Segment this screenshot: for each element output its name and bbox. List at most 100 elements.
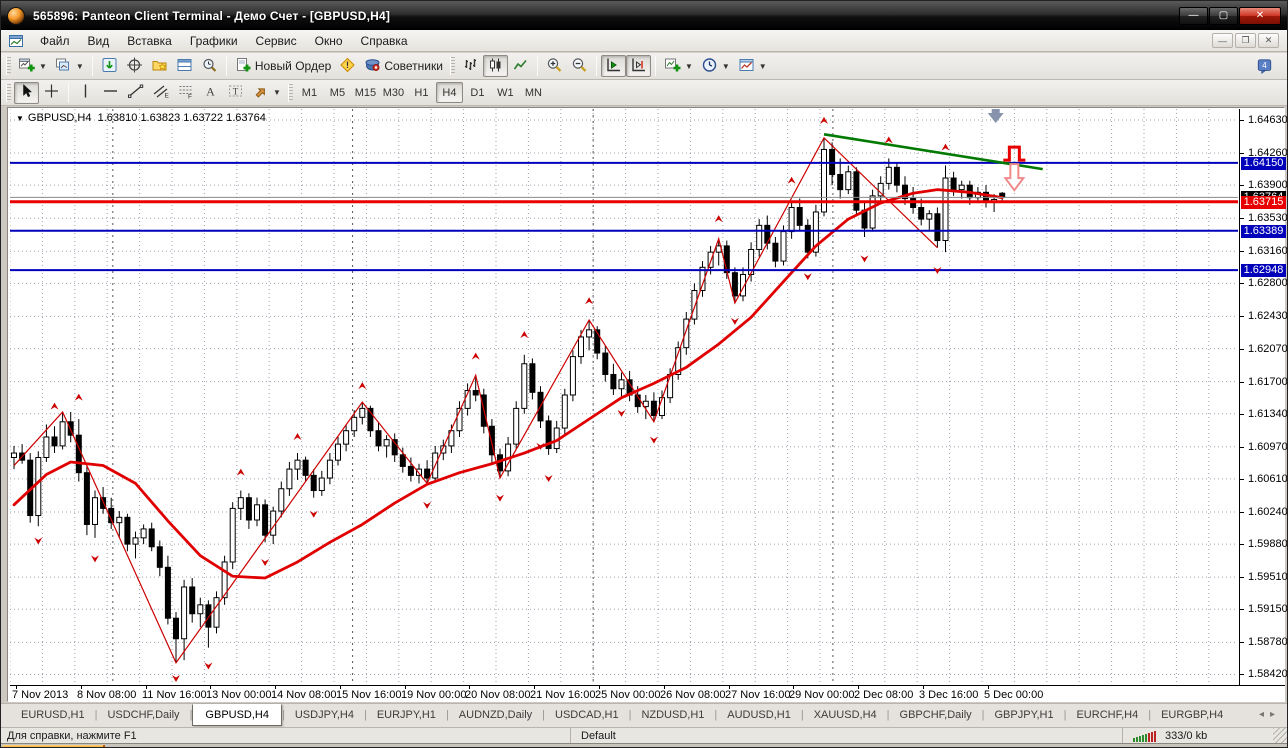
resize-grip[interactable] (1273, 728, 1287, 743)
time-axis-label: 2 Dec 08:00 (854, 689, 914, 701)
price-axis-tick (1240, 544, 1244, 546)
arrows-tool-button[interactable]: ▼ (248, 82, 285, 104)
timeframe-button-m5[interactable]: M5 (324, 82, 351, 103)
trendline-button[interactable] (123, 82, 148, 104)
price-marker-1.63715: 1.63715 (1241, 195, 1286, 209)
minimize-button[interactable]: — (1179, 6, 1208, 25)
mdi-minimize-button[interactable]: — (1212, 33, 1233, 48)
data-window-button[interactable] (122, 55, 147, 77)
price-axis-tick (1240, 153, 1244, 155)
maximize-button[interactable]: ▢ (1209, 6, 1238, 25)
price-axis-tick (1240, 185, 1244, 187)
time-axis-label: 27 Nov 16:00 (725, 689, 791, 701)
timeframe-button-mn[interactable]: MN (520, 82, 547, 103)
menu-item-справка[interactable]: Справка (352, 32, 417, 50)
tabs-scroll-right-icon[interactable]: ▸ (1270, 709, 1275, 720)
close-button[interactable]: ✕ (1239, 6, 1281, 25)
comments-badge-button[interactable]: 4 (1252, 55, 1277, 77)
price-axis-tick (1240, 577, 1244, 579)
price-chart[interactable] (10, 109, 1239, 685)
strategy-tester-button[interactable] (197, 55, 222, 77)
vertical-line-button[interactable] (73, 82, 98, 104)
chart-tab-nzdusd-h1[interactable]: NZDUSD,H1 (631, 705, 714, 724)
timeframe-button-m1[interactable]: M1 (296, 82, 323, 103)
chart-tab-xauusd-h4[interactable]: XAUUSD,H4 (804, 705, 887, 724)
toolbar-separator (225, 56, 227, 76)
time-axis-label: 15 Nov 16:00 (336, 689, 402, 701)
timeframe-button-d1[interactable]: D1 (464, 82, 491, 103)
auto-scroll-button[interactable] (600, 55, 626, 77)
zoom-out-button[interactable] (567, 55, 592, 77)
menu-item-файл[interactable]: Файл (31, 32, 79, 50)
timeframe-button-w1[interactable]: W1 (492, 82, 519, 103)
chart-tab-eurchf-h4[interactable]: EURCHF,H4 (1066, 705, 1148, 724)
price-axis[interactable]: 1.64630 1.64260 1.63900 1.63530 1.63160 1.628… (1239, 109, 1288, 685)
time-axis-tick (16, 686, 17, 689)
toolbar-gripper[interactable] (287, 83, 293, 102)
candlestick-chart-button[interactable] (482, 55, 508, 77)
chart-tab-audusd-h1[interactable]: AUDUSD,H1 (717, 705, 801, 724)
advisors-label: Советники (384, 59, 443, 73)
new-order-button[interactable]: Новый Ордер (231, 55, 335, 77)
mdi-restore-button[interactable]: ❐ (1235, 33, 1256, 48)
time-axis-label: 3 Dec 16:00 (919, 689, 979, 701)
terminal-window: 565896: Panteon Client Terminal - Демо С… (0, 0, 1288, 748)
bar-chart-button[interactable] (458, 55, 483, 77)
periods-button[interactable]: ▼ (697, 55, 734, 77)
market-watch-button[interactable] (97, 55, 122, 77)
chart-tab-eurusd-h1[interactable]: EURUSD,H1 (11, 705, 95, 724)
chart-tab-usdjpy-h4[interactable]: USDJPY,H4 (285, 705, 364, 724)
templates-button[interactable]: ▼ (734, 55, 771, 77)
menu-item-сервис[interactable]: Сервис (247, 32, 306, 50)
chart-window[interactable]: ▼ GBPUSD,H4 1.63810 1.63823 1.63722 1.637… (7, 107, 1288, 702)
chart-tab-gbpusd-h4[interactable]: GBPUSD,H4 (192, 704, 282, 726)
time-axis-label: 20 Nov 08:00 (465, 689, 531, 701)
chart-tab-usdchf-daily[interactable]: USDCHF,Daily (97, 705, 189, 724)
chart-tab-eurjpy-h1[interactable]: EURJPY,H1 (367, 705, 446, 724)
menu-item-графики[interactable]: Графики (181, 32, 247, 50)
indicators-button[interactable]: ▼ (660, 55, 697, 77)
profiles-button[interactable]: ▼ (51, 55, 88, 77)
metaeditor-button[interactable]: ! (335, 55, 360, 77)
toolbar-gripper[interactable] (6, 83, 11, 102)
timeframe-button-m30[interactable]: M30 (380, 82, 407, 103)
navigator-button[interactable] (147, 55, 172, 77)
new-chart-button[interactable]: ▼ (14, 55, 51, 77)
toolbar-separator (536, 56, 538, 76)
chart-tab-gbpjpy-h1[interactable]: GBPJPY,H1 (985, 705, 1064, 724)
mdi-close-button[interactable]: ✕ (1258, 33, 1279, 48)
timeframe-button-m15[interactable]: M15 (352, 82, 379, 103)
line-chart-button[interactable] (508, 55, 533, 77)
chart-shift-button[interactable] (625, 55, 651, 77)
price-axis-label: 1.59880 (1248, 538, 1288, 551)
chart-tab-usdcad-h1[interactable]: USDCAD,H1 (545, 705, 629, 724)
menu-item-вид[interactable]: Вид (79, 32, 119, 50)
timeframe-button-h4[interactable]: H4 (435, 82, 463, 103)
terminal-button[interactable] (172, 55, 197, 77)
chart-tab-gbpchf-daily[interactable]: GBPCHF,Daily (890, 705, 982, 724)
chevron-down-icon: ▼ (721, 61, 730, 71)
menu-item-вставка[interactable]: Вставка (118, 32, 181, 50)
text-label-button[interactable]: T (223, 82, 248, 104)
tabs-scroll-left-icon[interactable]: ◂ (1259, 709, 1264, 720)
horizontal-line-button[interactable] (98, 82, 123, 104)
equidistant-channel-button[interactable]: E (148, 82, 173, 104)
time-axis[interactable]: 7 Nov 2013 8 Nov 08:00 11 Nov 16:00 13 Nov … (10, 685, 1285, 702)
price-marker-1.64150: 1.64150 (1241, 156, 1286, 170)
advisors-button[interactable]: Советники (360, 55, 447, 77)
toolbar-gripper[interactable] (6, 57, 11, 75)
crosshair-tool-button[interactable] (39, 82, 64, 104)
text-tool-button[interactable]: A (198, 82, 223, 104)
chart-tab-eurgbp-h4[interactable]: EURGBP,H4 (1151, 705, 1233, 724)
timeframe-button-h1[interactable]: H1 (408, 82, 435, 103)
fibonacci-button[interactable]: F (173, 82, 198, 104)
price-axis-label: 1.61340 (1248, 407, 1288, 420)
zoom-in-button[interactable] (542, 55, 567, 77)
toolbar-gripper[interactable] (449, 57, 455, 75)
chart-tab-audnzd-daily[interactable]: AUDNZD,Daily (449, 705, 542, 724)
time-axis-tick (599, 686, 600, 689)
status-profile[interactable]: Default (571, 728, 1123, 743)
cursor-tool-button[interactable] (14, 81, 39, 104)
menu-item-окно[interactable]: Окно (306, 32, 352, 50)
price-axis-tick (1240, 478, 1244, 480)
